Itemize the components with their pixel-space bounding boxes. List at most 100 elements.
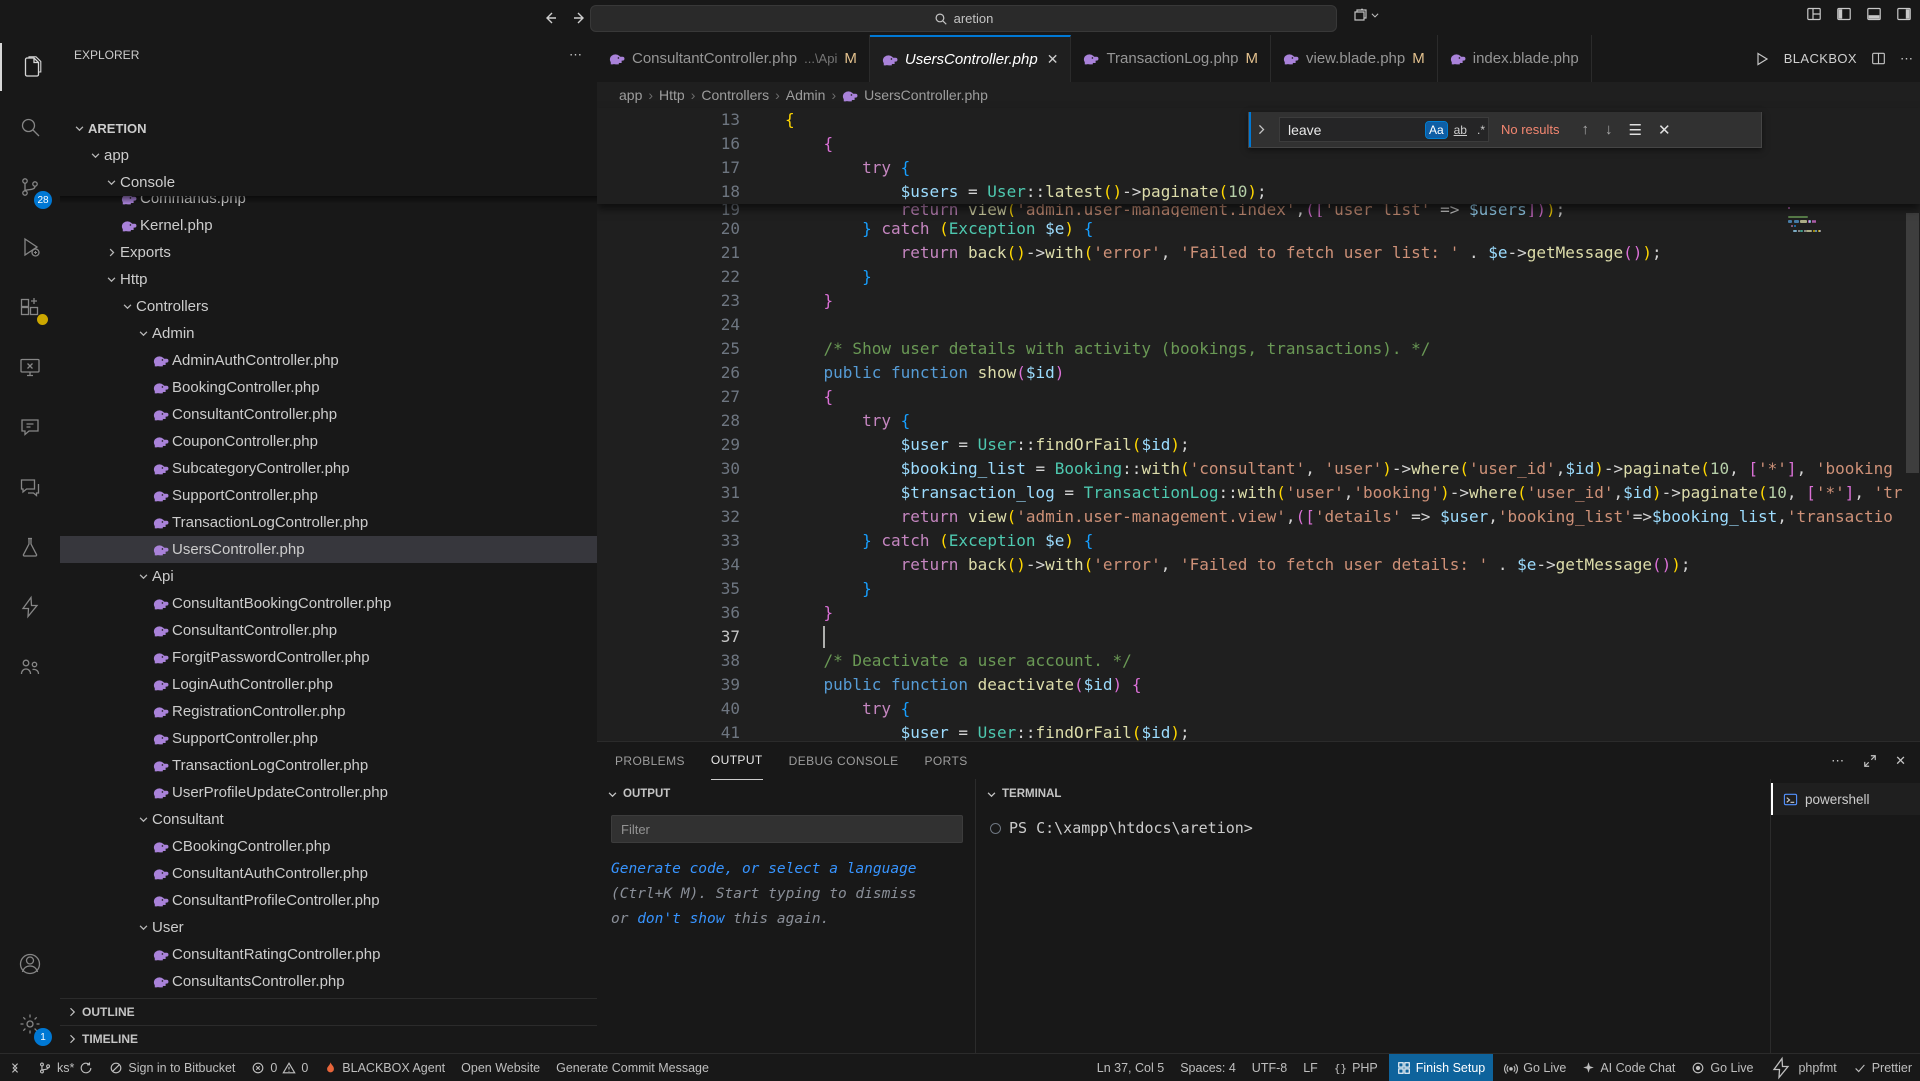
regex-toggle[interactable]: .* xyxy=(1474,122,1488,138)
status-item-blackbox-agent[interactable]: BLACKBOX Agent xyxy=(316,1054,453,1081)
tree-folder-admin[interactable]: Admin xyxy=(60,320,597,347)
tree-file-bookingcontroller-php[interactable]: BookingController.php xyxy=(60,374,597,401)
breadcrumb-item[interactable]: Admin xyxy=(786,87,826,103)
status-item-go-live[interactable]: Go Live xyxy=(1683,1054,1761,1081)
output-filter-input[interactable]: Filter xyxy=(611,815,963,843)
editor-tab-userscontroller-php[interactable]: UsersController.php✕ xyxy=(870,35,1072,82)
find-input[interactable]: leave Aa ab .* xyxy=(1279,117,1489,142)
zap-icon[interactable] xyxy=(0,583,60,631)
status-item-ai-code-chat[interactable]: AI Code Chat xyxy=(1574,1054,1683,1081)
panel-more-icon[interactable]: ⋯ xyxy=(1831,753,1845,769)
match-case-toggle[interactable]: Aa xyxy=(1426,122,1447,138)
status-item-lf[interactable]: LF xyxy=(1295,1054,1326,1081)
editor-tab-transactionlog-php[interactable]: TransactionLog.phpM xyxy=(1071,35,1271,82)
tree-folder-consultant[interactable]: Consultant xyxy=(60,806,597,833)
terminal-prompt-line[interactable]: PS C:\xampp\htdocs\aretion> xyxy=(990,819,1253,837)
status-item-0[interactable]: 00 xyxy=(243,1054,316,1081)
forward-arrow-icon[interactable] xyxy=(568,6,592,30)
tree-file-loginauthcontroller-php[interactable]: LoginAuthController.php xyxy=(60,671,597,698)
tree-file-consultantbookingcontroller-php[interactable]: ConsultantBookingController.phpM xyxy=(60,590,597,617)
code-editor[interactable]: 13{16 {17 try {18 $users = User::latest(… xyxy=(597,108,1920,741)
tree-file-supportcontroller-php[interactable]: SupportController.php xyxy=(60,725,597,752)
tree-file-supportcontroller-php[interactable]: SupportController.phpM xyxy=(60,482,597,509)
extensions-icon[interactable] xyxy=(0,283,60,331)
remote-monitor-icon[interactable] xyxy=(0,343,60,391)
status-item-finish-setup[interactable]: Finish Setup xyxy=(1389,1054,1493,1081)
toggle-panel-icon[interactable] xyxy=(1866,6,1882,22)
vertical-scrollbar[interactable] xyxy=(1906,213,1919,473)
blackbox-button[interactable]: BLACKBOX xyxy=(1784,51,1857,66)
timeline-section[interactable]: TIMELINE xyxy=(60,1025,597,1052)
run-icon[interactable] xyxy=(1754,51,1770,67)
previous-match-icon[interactable]: ↑ xyxy=(1582,121,1590,138)
layout-control-button[interactable] xyxy=(1352,7,1380,23)
command-center-search[interactable]: aretion xyxy=(590,5,1337,32)
editor-tab-consultantcontroller-php[interactable]: ConsultantController.php...\ApiM xyxy=(597,35,870,82)
run-and-debug-icon[interactable] xyxy=(0,223,60,271)
panel-tab-problems[interactable]: PROBLEMS xyxy=(615,742,685,779)
hint-segment[interactable]: don't show xyxy=(637,911,724,927)
tree-folder-controllers[interactable]: Controllers xyxy=(60,293,597,320)
tree-file-registrationcontroller-php[interactable]: RegistrationController.php xyxy=(60,698,597,725)
tree-file-consultantratingcontroller-php[interactable]: ConsultantRatingController.php xyxy=(60,941,597,968)
tree-folder-exports[interactable]: Exports xyxy=(60,239,597,266)
close-find-icon[interactable]: ✕ xyxy=(1658,121,1671,139)
panel-maximize-icon[interactable] xyxy=(1863,754,1877,768)
ai-chat-icon[interactable] xyxy=(0,403,60,451)
source-control-icon[interactable]: 28 xyxy=(0,163,60,211)
toggle-replace-icon[interactable] xyxy=(1249,112,1271,147)
terminal-section-header[interactable]: TERMINAL xyxy=(976,779,1771,809)
customize-layout-icon[interactable] xyxy=(1806,6,1822,22)
tree-file-kernel-php[interactable]: Kernel.php xyxy=(60,212,597,239)
tree-file-transactionlogcontroller-php[interactable]: TransactionLogController.php xyxy=(60,752,597,779)
tree-folder-console[interactable]: Console xyxy=(60,169,597,196)
tree-file-consultantauthcontroller-php[interactable]: ConsultantAuthController.php xyxy=(60,860,597,887)
tree-folder-http[interactable]: Http xyxy=(60,266,597,293)
tree-file-cbookingcontroller-php[interactable]: CBookingController.phpM xyxy=(60,833,597,860)
status-item-open-website[interactable]: Open Website xyxy=(453,1054,548,1081)
tree-file-consultantprofilecontroller-php[interactable]: ConsultantProfileController.php xyxy=(60,887,597,914)
tree-file-userprofileupdatecontroller-php[interactable]: UserProfileUpdateController.php xyxy=(60,779,597,806)
breadcrumb-item[interactable]: Controllers xyxy=(701,87,769,103)
explorer-icon[interactable] xyxy=(0,43,62,91)
status-item-prettier[interactable]: Prettier xyxy=(1845,1054,1920,1081)
status-item-spaces-4[interactable]: Spaces: 4 xyxy=(1172,1054,1244,1081)
split-editor-icon[interactable] xyxy=(1871,51,1886,66)
find-in-selection-icon[interactable]: ☰ xyxy=(1629,121,1642,139)
output-section-header[interactable]: OUTPUT xyxy=(597,779,975,809)
next-match-icon[interactable]: ↓ xyxy=(1605,121,1613,138)
hint-segment[interactable]: Generate code, or select a language xyxy=(611,861,917,877)
panel-tab-debug-console[interactable]: DEBUG CONSOLE xyxy=(789,742,899,779)
tree-file-subcategorycontroller-php[interactable]: SubcategoryController.php xyxy=(60,455,597,482)
organization-icon[interactable] xyxy=(0,643,60,691)
settings-icon[interactable]: 1 xyxy=(0,1000,60,1048)
close-tab-icon[interactable]: ✕ xyxy=(1047,51,1059,68)
status-item-ln-37-col-5[interactable]: Ln 37, Col 5 xyxy=(1089,1054,1172,1081)
tree-file-consultantscontroller-php[interactable]: ConsultantsController.phpM xyxy=(60,968,597,995)
breadcrumb-item[interactable]: Http xyxy=(659,87,685,103)
status-item-go-live[interactable]: Go Live xyxy=(1496,1054,1574,1081)
status-item-ks-[interactable]: ks* xyxy=(30,1054,101,1081)
panel-tab-ports[interactable]: PORTS xyxy=(925,742,968,779)
tree-folder-user[interactable]: User xyxy=(60,914,597,941)
toggle-primary-sidebar-icon[interactable] xyxy=(1836,6,1852,22)
terminal-tab-powershell[interactable]: powershell xyxy=(1771,783,1920,815)
testing-icon[interactable] xyxy=(0,523,60,571)
editor-more-icon[interactable]: ⋯ xyxy=(1900,51,1914,67)
status-item-remote[interactable] xyxy=(0,1054,30,1081)
breadcrumb-item[interactable]: UsersController.php xyxy=(864,87,988,103)
more-actions-icon[interactable]: ⋯ xyxy=(569,47,583,63)
comments-icon[interactable] xyxy=(0,463,60,511)
status-item-sign-in-to-bitbucket[interactable]: Sign in to Bitbucket xyxy=(101,1054,243,1081)
back-arrow-icon[interactable] xyxy=(538,6,562,30)
whole-word-toggle[interactable]: ab xyxy=(1451,122,1470,138)
status-item-utf-8[interactable]: UTF-8 xyxy=(1244,1054,1295,1081)
tree-file-transactionlogcontroller-php[interactable]: TransactionLogController.php xyxy=(60,509,597,536)
toggle-secondary-sidebar-icon[interactable] xyxy=(1896,6,1912,22)
editor-tab-index-blade-php[interactable]: index.blade.php xyxy=(1438,35,1592,82)
tree-file-adminauthcontroller-php[interactable]: AdminAuthController.phpM xyxy=(60,347,597,374)
tree-folder-api[interactable]: Api xyxy=(60,563,597,590)
tree-file-userscontroller-php[interactable]: UsersController.php xyxy=(60,536,597,563)
search-icon[interactable] xyxy=(0,103,60,151)
status-item-generate-commit-message[interactable]: Generate Commit Message xyxy=(548,1054,717,1081)
